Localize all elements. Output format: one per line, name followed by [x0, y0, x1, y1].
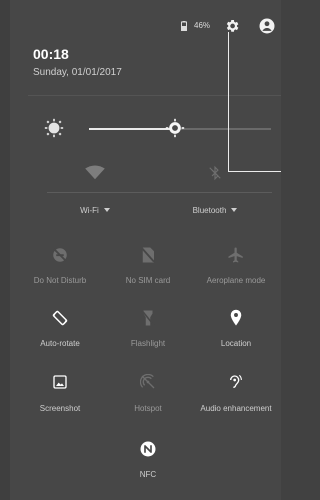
flashlight-off-icon — [141, 310, 155, 326]
tile-label: No SIM card — [125, 276, 171, 285]
left-edge-shadow — [0, 0, 10, 500]
date-label: Sunday, 01/01/2017 — [33, 67, 122, 78]
audio-enhancement-icon — [230, 374, 242, 388]
battery-percent: 46% — [194, 21, 211, 30]
tile-auto-rotate[interactable]: Auto-rotate — [20, 309, 100, 348]
tile-location[interactable]: Location — [196, 309, 276, 348]
tile-aeroplane-mode[interactable]: Aeroplane mode — [196, 246, 276, 285]
tile-do-not-disturb[interactable]: Do Not Disturb — [20, 246, 100, 285]
clock-time: 00:18 — [33, 46, 69, 62]
do-not-disturb-off-icon — [52, 247, 68, 263]
screenshot-icon — [53, 375, 67, 389]
tile-label: NFC — [139, 470, 157, 479]
tile-label: Screenshot — [39, 404, 81, 413]
bluetooth-toggle[interactable] — [175, 165, 255, 185]
header-divider — [28, 95, 281, 96]
tile-label: Auto-rotate — [40, 339, 80, 348]
wifi-label-row[interactable]: Wi-Fi — [55, 206, 135, 215]
tile-label: Location — [220, 339, 252, 348]
status-bar: 46% — [10, 16, 281, 38]
bluetooth-label-row[interactable]: Bluetooth — [175, 206, 255, 215]
quick-settings-panel: 46% 00:18 Sunday, 01/01/2017 Wi-Fi Bluet… — [10, 0, 281, 500]
brightness-slider-thumb[interactable] — [165, 118, 185, 138]
connectivity-divider — [47, 192, 272, 193]
auto-rotate-icon — [52, 310, 68, 326]
callout-line-vertical — [228, 32, 229, 172]
brightness-icon — [44, 118, 64, 138]
wifi-toggle[interactable] — [55, 165, 135, 185]
no-sim-card-icon — [141, 247, 155, 263]
hotspot-off-icon — [140, 374, 155, 389]
aeroplane-icon — [228, 247, 243, 263]
tile-flashlight[interactable]: Flashlight — [108, 309, 188, 348]
brightness-fill — [89, 128, 175, 130]
battery-icon — [181, 21, 187, 31]
wifi-icon — [85, 165, 105, 180]
wifi-label: Wi-Fi — [80, 206, 99, 215]
bluetooth-off-icon — [209, 165, 221, 181]
bluetooth-label: Bluetooth — [192, 206, 227, 215]
tile-audio-enhancement[interactable]: Audio enhancement — [196, 374, 276, 413]
tile-label: Do Not Disturb — [33, 276, 87, 285]
nfc-icon — [140, 441, 156, 457]
tile-label: Aeroplane mode — [206, 276, 266, 285]
tile-screenshot[interactable]: Screenshot — [20, 374, 100, 413]
tile-label: Flashlight — [130, 339, 166, 348]
tile-label: Hotspot — [134, 404, 162, 413]
tile-hotspot[interactable]: Hotspot — [108, 374, 188, 413]
user-avatar-icon[interactable] — [258, 17, 276, 35]
settings-gear-icon[interactable] — [224, 18, 240, 34]
tile-label: Audio enhancement — [200, 404, 272, 413]
tile-no-sim-card[interactable]: No SIM card — [108, 246, 188, 285]
chevron-down-icon — [103, 208, 110, 212]
callout-line-horizontal — [228, 171, 281, 172]
location-pin-icon — [230, 309, 242, 326]
tile-nfc[interactable]: NFC — [108, 440, 188, 479]
chevron-down-icon — [231, 208, 238, 212]
